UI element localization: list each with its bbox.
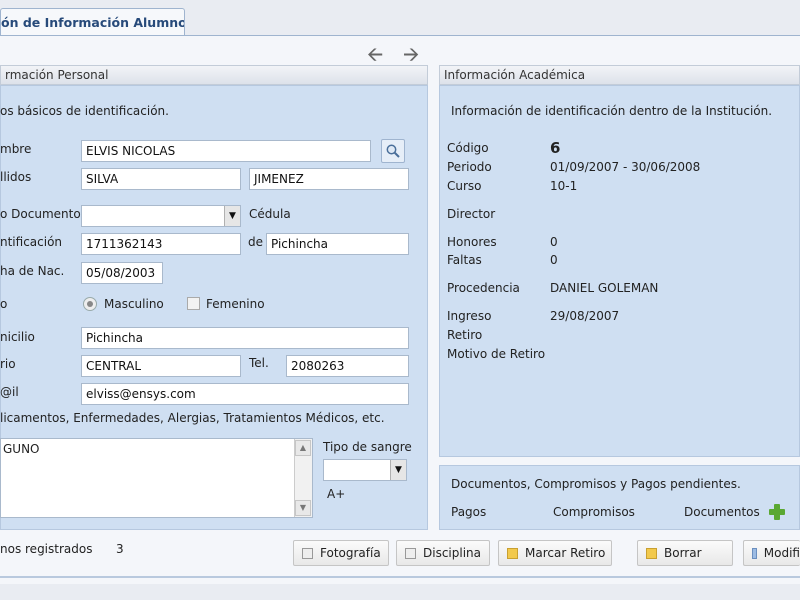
retiro-label: Retiro bbox=[447, 328, 483, 342]
modificar-button[interactable]: Modifi bbox=[743, 540, 800, 566]
tab-informacion-alumnos[interactable]: ón de Información Alumnos bbox=[0, 8, 185, 36]
bottom-divider bbox=[0, 576, 800, 578]
ingreso-value: 29/08/2007 bbox=[550, 309, 620, 323]
codigo-label: Código bbox=[447, 141, 489, 155]
fotografia-label: Fotografía bbox=[320, 546, 381, 560]
fecha-nacimiento-label: ha de Nac. bbox=[0, 264, 65, 278]
femenino-radio[interactable] bbox=[187, 297, 200, 310]
procedencia-value: DANIEL GOLEMAN bbox=[550, 281, 659, 295]
identificacion-label: ntificación bbox=[0, 235, 63, 249]
de-label: de bbox=[248, 235, 263, 249]
personal-info-title: rmación Personal bbox=[0, 65, 428, 85]
pending-title: Documentos, Compromisos y Pagos pendient… bbox=[451, 477, 741, 491]
tipo-sangre-value: A+ bbox=[327, 487, 346, 501]
personal-info-subtitle: os básicos de identificación. bbox=[0, 104, 169, 118]
retiro-icon bbox=[507, 547, 518, 559]
borrar-label: Borrar bbox=[664, 546, 702, 560]
medical-notes-textarea[interactable]: GUNO ▲ ▼ bbox=[0, 438, 313, 518]
registered-count: 3 bbox=[116, 542, 124, 556]
marcar-retiro-button[interactable]: Marcar Retiro bbox=[498, 540, 612, 566]
procedencia-label: Procedencia bbox=[447, 281, 520, 295]
barrio-field[interactable]: CENTRAL bbox=[81, 355, 241, 377]
curso-value: 10-1 bbox=[550, 179, 578, 193]
registered-label: nos registrados bbox=[0, 542, 93, 556]
masculino-radio[interactable] bbox=[83, 297, 97, 311]
modificar-label: Modifi bbox=[763, 546, 800, 560]
chevron-down-icon: ▼ bbox=[390, 460, 406, 480]
masculino-label: Masculino bbox=[104, 297, 164, 311]
apellidos-label: llidos bbox=[0, 170, 32, 184]
cedula-label: Cédula bbox=[249, 207, 291, 221]
nombre-field[interactable]: ELVIS NICOLAS bbox=[81, 140, 371, 162]
add-button[interactable] bbox=[768, 503, 786, 521]
compromisos-link[interactable]: Compromisos bbox=[553, 505, 635, 519]
disciplina-label: Disciplina bbox=[423, 546, 482, 560]
barrio-label: rio bbox=[0, 357, 16, 371]
tipo-documento-label: o Documento bbox=[0, 207, 81, 221]
nombre-label: mbre bbox=[0, 142, 32, 156]
radio-selected-dot bbox=[87, 301, 93, 307]
ingreso-label: Ingreso bbox=[447, 309, 492, 323]
marcar-retiro-label: Marcar Retiro bbox=[525, 546, 606, 560]
sexo-label: o bbox=[0, 297, 8, 311]
tipo-sangre-label: Tipo de sangre bbox=[323, 440, 412, 454]
identificacion-field[interactable]: 1711362143 bbox=[81, 233, 241, 255]
director-label: Director bbox=[447, 207, 496, 221]
domicilio-label: nicilio bbox=[0, 330, 35, 344]
scroll-down-icon[interactable]: ▼ bbox=[295, 500, 311, 516]
delete-icon bbox=[646, 547, 657, 559]
discipline-icon bbox=[405, 547, 416, 559]
scrollbar[interactable]: ▲ ▼ bbox=[294, 439, 312, 517]
femenino-label: Femenino bbox=[206, 297, 265, 311]
tipo-sangre-select[interactable]: ▼ bbox=[323, 459, 407, 481]
medical-notes-text: GUNO bbox=[3, 442, 40, 456]
honores-value: 0 bbox=[550, 235, 558, 249]
documentos-link[interactable]: Documentos bbox=[684, 505, 760, 519]
academic-info-panel bbox=[439, 85, 800, 457]
curso-label: Curso bbox=[447, 179, 482, 193]
chevron-down-icon: ▼ bbox=[224, 206, 240, 226]
medical-notes-label: licamentos, Enfermedades, Alergias, Trat… bbox=[0, 411, 385, 425]
periodo-value: 01/09/2007 - 30/06/2008 bbox=[550, 160, 701, 174]
email-label: @il bbox=[0, 385, 19, 399]
telefono-label: Tel. bbox=[249, 356, 269, 370]
apellido-materno-field[interactable]: JIMENEZ bbox=[249, 168, 409, 190]
email-field[interactable]: elviss@ensys.com bbox=[81, 383, 409, 405]
academic-info-title: Información Académica bbox=[439, 65, 800, 85]
fecha-nacimiento-field[interactable]: 05/08/2003 bbox=[81, 262, 163, 284]
codigo-value: 6 bbox=[550, 139, 561, 157]
faltas-value: 0 bbox=[550, 253, 558, 267]
provincia-field[interactable]: Pichincha bbox=[266, 233, 409, 255]
scroll-up-icon[interactable]: ▲ bbox=[295, 440, 311, 456]
search-icon bbox=[386, 144, 400, 158]
pagos-link[interactable]: Pagos bbox=[451, 505, 486, 519]
academic-info-subtitle: Información de identificación dentro de … bbox=[451, 104, 773, 118]
domicilio-field[interactable]: Pichincha bbox=[81, 327, 409, 349]
borrar-button[interactable]: Borrar bbox=[637, 540, 733, 566]
pending-panel bbox=[439, 465, 800, 530]
apellido-paterno-field[interactable]: SILVA bbox=[81, 168, 241, 190]
photo-icon bbox=[302, 547, 313, 559]
fotografia-button[interactable]: Fotografía bbox=[293, 540, 389, 566]
faltas-label: Faltas bbox=[447, 253, 482, 267]
search-button[interactable] bbox=[381, 139, 405, 163]
tipo-documento-select[interactable]: ▼ bbox=[81, 205, 241, 227]
disciplina-button[interactable]: Disciplina bbox=[396, 540, 490, 566]
edit-icon bbox=[752, 547, 757, 559]
honores-label: Honores bbox=[447, 235, 497, 249]
telefono-field[interactable]: 2080263 bbox=[286, 355, 409, 377]
plus-icon bbox=[769, 504, 785, 520]
periodo-label: Periodo bbox=[447, 160, 492, 174]
motivo-retiro-label: Motivo de Retiro bbox=[447, 347, 546, 361]
